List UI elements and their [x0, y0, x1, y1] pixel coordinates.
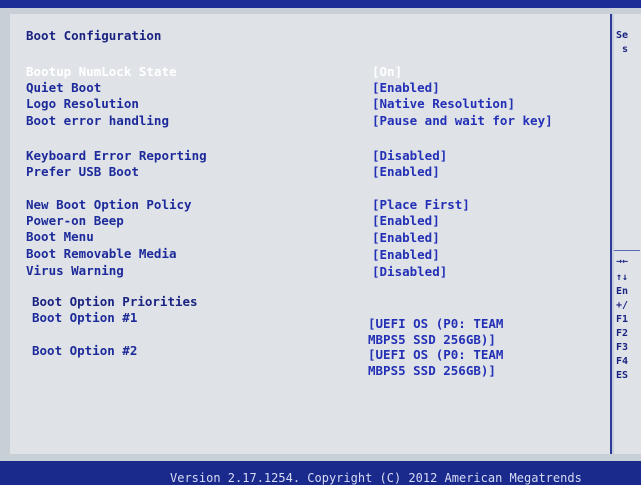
boot-option-priorities-heading: Boot Option Priorities	[32, 294, 198, 309]
version-copyright-text: Version 2.17.1254. Copyright (C) 2012 Am…	[170, 471, 582, 485]
help-divider	[614, 250, 640, 251]
help-key-enter: En	[616, 286, 629, 297]
help-text-line: s	[622, 44, 629, 55]
boot-option-2-value-line2[interactable]: MBPS5 SSD 256GB)]	[368, 363, 496, 378]
boot-option-2-label[interactable]: Boot Option #2	[32, 343, 137, 358]
help-key-esc: ES	[616, 370, 629, 381]
setting-label-prefer-usb-boot[interactable]: Prefer USB Boot	[26, 164, 139, 179]
setting-value-boot-removable-media[interactable]: [Enabled]	[372, 247, 440, 262]
setting-value-power-on-beep[interactable]: [Enabled]	[372, 213, 440, 228]
setting-label-bootup-numlock-state[interactable]: Bootup NumLock State	[26, 64, 177, 79]
settings-panel: Boot Configuration Bootup NumLock State …	[10, 14, 612, 454]
boot-option-1-label[interactable]: Boot Option #1	[32, 310, 137, 325]
setting-value-virus-warning[interactable]: [Disabled]	[372, 264, 447, 279]
help-key-f3: F3	[616, 342, 629, 353]
setting-label-virus-warning[interactable]: Virus Warning	[26, 263, 124, 278]
help-key-select-item: ↑↓	[616, 272, 629, 283]
help-key-f4: F4	[616, 356, 629, 367]
setting-value-boot-error-handling[interactable]: [Pause and wait for key]	[372, 113, 553, 128]
setting-label-power-on-beep[interactable]: Power-on Beep	[26, 213, 124, 228]
help-key-f1: F1	[616, 314, 629, 325]
setting-value-keyboard-error-reporting[interactable]: [Disabled]	[372, 148, 447, 163]
setting-value-logo-resolution[interactable]: [Native Resolution]	[372, 96, 515, 111]
help-key-select-screen: →←	[616, 256, 629, 267]
help-key-change: +/	[616, 300, 629, 311]
setting-label-boot-removable-media[interactable]: Boot Removable Media	[26, 246, 177, 261]
setting-label-keyboard-error-reporting[interactable]: Keyboard Error Reporting	[26, 148, 207, 163]
setting-label-quiet-boot[interactable]: Quiet Boot	[26, 80, 101, 95]
help-key-f2: F2	[616, 328, 629, 339]
setting-value-bootup-numlock-state[interactable]: [On]	[372, 64, 402, 79]
section-title: Boot Configuration	[26, 28, 162, 43]
setting-value-new-boot-option-policy[interactable]: [Place First]	[372, 197, 470, 212]
boot-option-1-value-line1[interactable]: [UEFI OS (P0: TEAM	[368, 316, 503, 331]
setting-value-boot-menu[interactable]: [Enabled]	[372, 230, 440, 245]
setting-label-new-boot-option-policy[interactable]: New Boot Option Policy	[26, 197, 192, 212]
help-panel: Se s →← ↑↓ En +/ F1 F2 F3 F4 ES	[614, 14, 641, 454]
setting-label-boot-error-handling[interactable]: Boot error handling	[26, 113, 169, 128]
setting-value-prefer-usb-boot[interactable]: [Enabled]	[372, 164, 440, 179]
setting-value-quiet-boot[interactable]: [Enabled]	[372, 80, 440, 95]
help-text-line: Se	[616, 30, 629, 41]
setting-label-boot-menu[interactable]: Boot Menu	[26, 229, 94, 244]
boot-option-1-value-line2[interactable]: MBPS5 SSD 256GB)]	[368, 332, 496, 347]
setting-label-logo-resolution[interactable]: Logo Resolution	[26, 96, 139, 111]
boot-option-2-value-line1[interactable]: [UEFI OS (P0: TEAM	[368, 347, 503, 362]
